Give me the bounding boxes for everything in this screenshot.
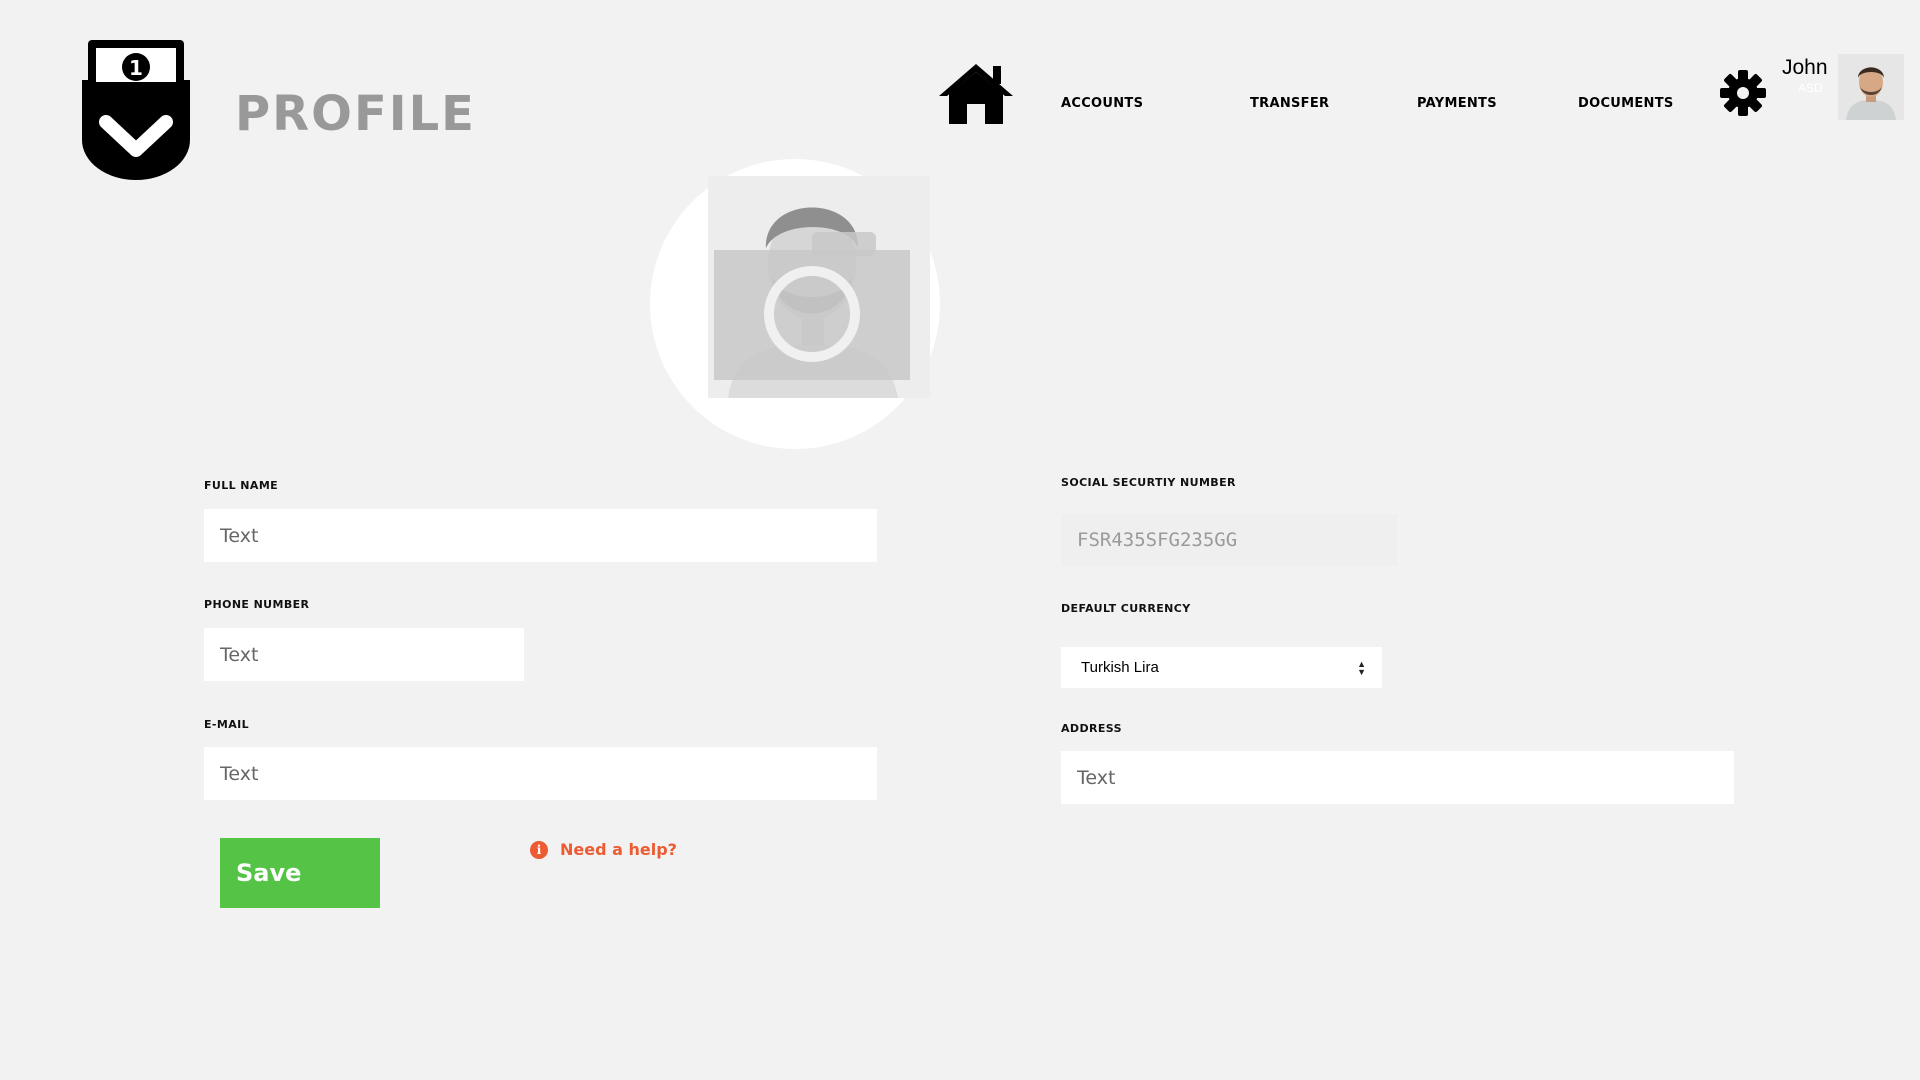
default-currency-label: DEFAULT CURRENCY xyxy=(1061,602,1191,615)
user-name: John xyxy=(1782,56,1828,79)
email-field[interactable] xyxy=(204,747,877,800)
profile-photo xyxy=(708,176,930,398)
user-subtitle: ASD xyxy=(1798,81,1823,95)
help-label: Need a help? xyxy=(560,840,677,859)
help-link[interactable]: i Need a help? xyxy=(530,840,677,859)
info-icon: i xyxy=(530,840,548,859)
address-label: ADDRESS xyxy=(1061,722,1122,735)
select-arrows-icon: ▲ ▼ xyxy=(1357,658,1366,677)
ssn-field: FSR435SFG235GG xyxy=(1061,514,1397,566)
avatar[interactable] xyxy=(1838,54,1904,120)
email-label: E-MAIL xyxy=(204,718,250,731)
gear-icon[interactable] xyxy=(1720,70,1766,116)
nav-transfer[interactable]: TRANSFER xyxy=(1250,96,1329,111)
full-name-label: FULL NAME xyxy=(204,479,279,492)
ssn-label: SOCIAL SECURTIY NUMBER xyxy=(1061,476,1236,489)
svg-text:1: 1 xyxy=(129,56,143,80)
nav-payments[interactable]: PAYMENTS xyxy=(1417,96,1497,111)
home-icon[interactable] xyxy=(937,62,1015,126)
phone-number-label: PHONE NUMBER xyxy=(204,598,310,611)
full-name-field[interactable] xyxy=(204,509,877,562)
currency-select[interactable]: Turkish Lira ▲ ▼ xyxy=(1061,647,1382,688)
page-title: PROFILE xyxy=(235,86,476,142)
address-field[interactable] xyxy=(1061,751,1734,804)
phone-number-field[interactable] xyxy=(204,628,524,681)
currency-selected: Turkish Lira xyxy=(1081,659,1159,676)
nav-documents[interactable]: DOCUMENTS xyxy=(1578,96,1674,111)
wallet-shield-logo: 1 xyxy=(82,40,190,180)
nav-accounts[interactable]: ACCOUNTS xyxy=(1061,96,1143,111)
save-button[interactable]: Save xyxy=(220,838,380,908)
